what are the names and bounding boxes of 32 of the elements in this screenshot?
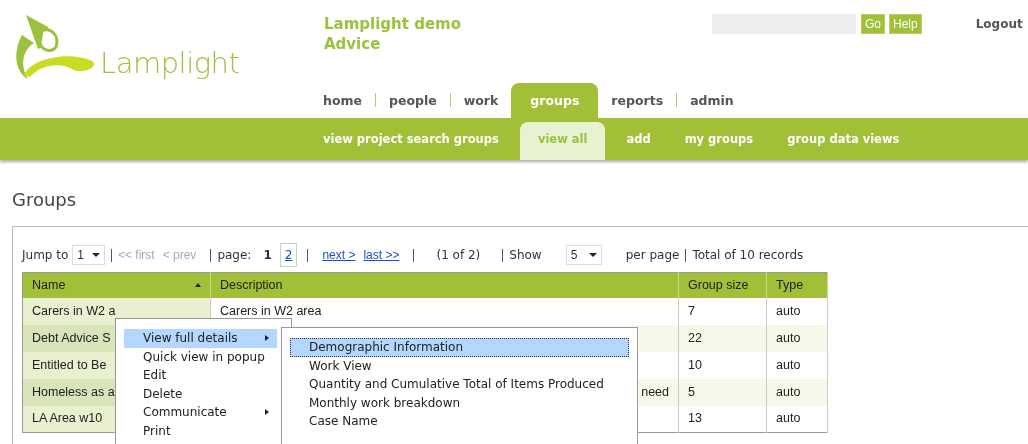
table-cell: 22 [678,324,767,352]
table-cell: 7 [678,297,767,325]
site-title: Advice [324,34,382,54]
show-label: Show [509,247,542,264]
nav-tab[interactable]: home [310,83,375,118]
menu-item[interactable]: Work View [290,356,629,375]
menu-item[interactable]: View full details [124,329,277,348]
page-link[interactable]: 2 [279,243,298,267]
table-cell: 13 [678,405,767,433]
table-cell: 10 [678,351,767,379]
page-label: page: [217,247,252,264]
nav-tab[interactable]: work [450,83,512,118]
page-select[interactable]: 1 [72,245,105,265]
menu-item[interactable]: Case Name [290,412,629,431]
page-link[interactable]: 1 [259,244,276,266]
jump-label: Jump to [22,247,69,264]
menu-item[interactable]: Demographic Information [290,338,629,357]
last-link[interactable]: last >> [363,246,400,264]
per-page-label: per page [625,247,680,264]
menu-item[interactable]: Quantity and Cumulative Total of Items Produced [290,375,629,394]
page-count: (1 of 2) [436,247,481,264]
logout-link[interactable]: Logout [975,0,1023,83]
nav-tab[interactable]: reports [598,83,677,118]
table-cell: 5 [678,378,767,406]
next-link[interactable]: next > [322,246,356,264]
logo-text: Lamplight [100,44,240,82]
nav-tab[interactable]: admin [677,83,747,118]
nav-tab[interactable]: people [376,83,450,118]
total-records: Total of 10 records [692,247,804,264]
per-page-select[interactable]: 5 [565,245,602,265]
site-title: Lamplight demo [324,14,462,34]
page-title: Groups [12,190,78,210]
